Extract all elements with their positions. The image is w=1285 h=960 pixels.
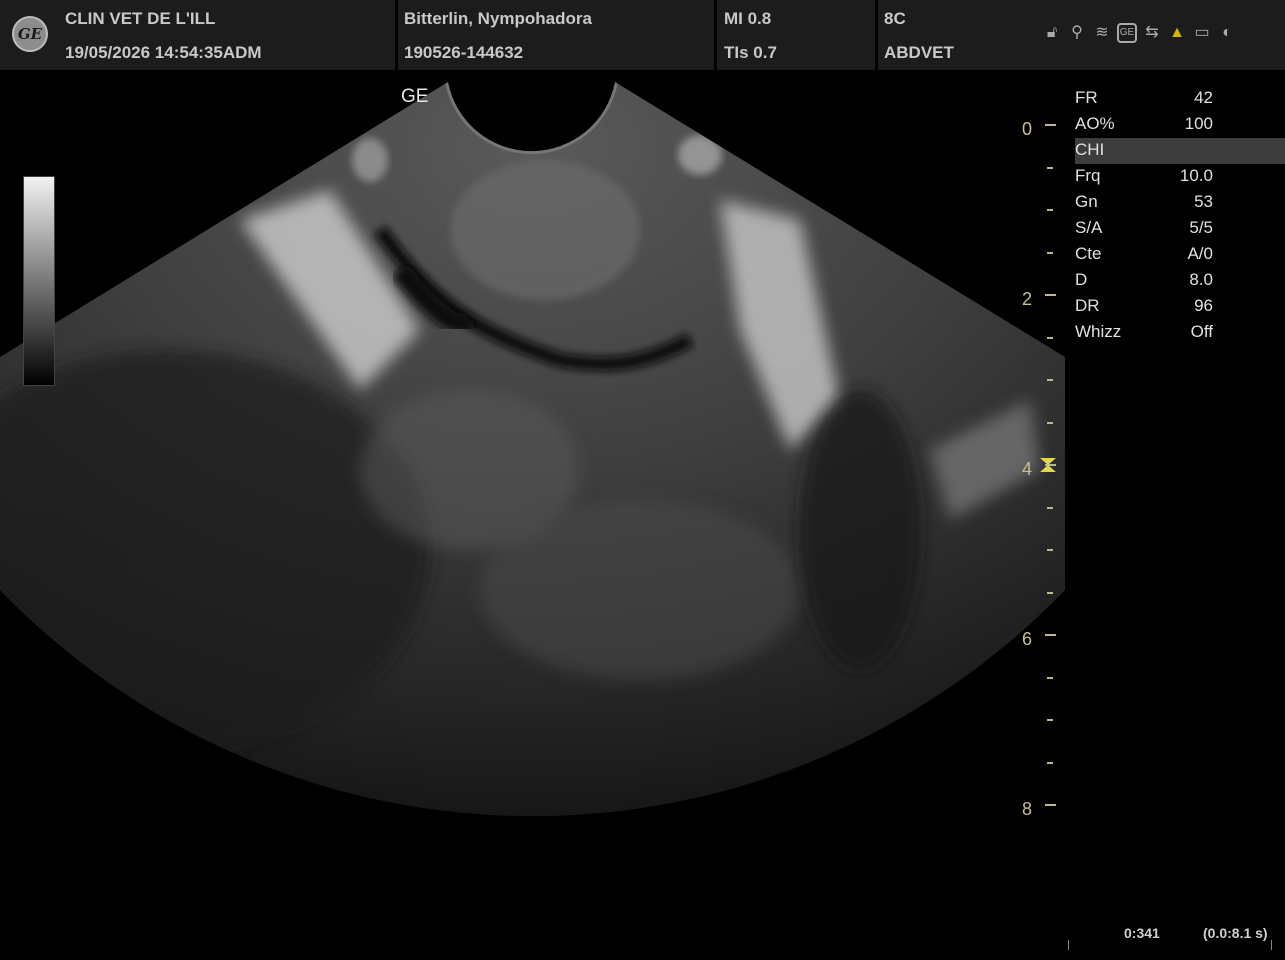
- depth-label-4: 4: [1021, 459, 1032, 479]
- param-ao: AO% 100: [1075, 114, 1213, 133]
- depth-minor-tick: [1047, 209, 1053, 211]
- depth-minor-tick: [1047, 379, 1053, 381]
- system-status-icons: 🔓︎ ⚲ ≋ GE ⇆ ▲ ▭ ◐: [1042, 22, 1237, 44]
- preset-name: ABDVET: [884, 43, 954, 62]
- orientation-marker: GE: [401, 86, 429, 107]
- depth-major-tick: [1045, 634, 1056, 636]
- depth-minor-tick: [1047, 719, 1053, 721]
- depth-label-6: 6: [1021, 629, 1032, 649]
- wifi-icon[interactable]: ≋: [1092, 22, 1112, 44]
- param-whizz: Whizz Off: [1075, 322, 1213, 341]
- patient-name: Bitterlin, Nympohadora: [404, 9, 592, 28]
- exam-datetime: 19/05/2026 14:54:35ADM: [65, 43, 262, 62]
- usb-disconnected-icon[interactable]: ⚲: [1067, 22, 1087, 44]
- depth-minor-tick: [1047, 251, 1053, 254]
- patient-id: 190526-144632: [404, 43, 524, 62]
- ultrasound-image-area[interactable]: GE: [0, 70, 1065, 830]
- depth-minor-tick: [1047, 421, 1053, 424]
- usb-icon[interactable]: ⇆: [1142, 22, 1162, 44]
- lock-icon[interactable]: 🔓︎: [1042, 22, 1062, 44]
- param-dr: DR 96: [1075, 296, 1213, 315]
- depth-minor-tick: [1047, 549, 1053, 551]
- focal-zone-marker[interactable]: [1039, 457, 1057, 473]
- battery-icon[interactable]: ▭: [1192, 22, 1212, 44]
- warning-icon[interactable]: ▲: [1167, 22, 1187, 44]
- depth-minor-tick: [1047, 591, 1053, 594]
- depth-major-tick: [1045, 294, 1056, 296]
- depth-minor-tick: [1047, 166, 1053, 169]
- param-depth: D 8.0: [1075, 270, 1213, 289]
- clinic-name: CLIN VET DE L'ILL: [65, 9, 216, 28]
- param-fr: FR 42: [1075, 88, 1213, 107]
- depth-minor-tick: [1047, 506, 1053, 509]
- depth-label-2: 2: [1021, 289, 1032, 309]
- depth-minor-tick: [1047, 676, 1053, 679]
- top-status-bar: GE CLIN VET DE L'ILL 19/05/2026 14:54:35…: [0, 0, 1285, 70]
- ge-network-icon[interactable]: GE: [1117, 23, 1137, 43]
- output-cell: MI 0.8 TIs 0.7: [717, 0, 878, 70]
- param-sa: S/A 5/5: [1075, 218, 1213, 237]
- depth-label-8: 8: [1021, 799, 1032, 819]
- cine-bar-start: [1068, 940, 1069, 950]
- cine-frame: 0:341: [1124, 925, 1160, 941]
- cine-bar-end: [1271, 940, 1272, 950]
- depth-minor-tick: [1047, 761, 1053, 764]
- mechanical-index: MI 0.8: [724, 9, 772, 28]
- depth-label-0: 0: [1021, 119, 1032, 139]
- depth-minor-tick: [1047, 336, 1053, 339]
- clinic-cell: GE CLIN VET DE L'ILL 19/05/2026 14:54:35…: [0, 0, 398, 70]
- probe-name: 8C: [884, 9, 906, 28]
- patient-cell[interactable]: Bitterlin, Nympohadora 190526-144632: [398, 0, 717, 70]
- contrast-icon[interactable]: ◐: [1217, 22, 1237, 44]
- grayscale-bar: [23, 176, 55, 386]
- thermal-index: TIs 0.7: [724, 43, 777, 62]
- param-cte: Cte A/0: [1075, 244, 1213, 263]
- param-frq: Frq 10.0: [1075, 166, 1213, 185]
- depth-major-tick: [1045, 124, 1056, 126]
- cine-range: (0.0:8.1 s): [1203, 925, 1268, 941]
- ge-logo: GE: [12, 16, 48, 52]
- param-chi: CHI: [1075, 138, 1285, 164]
- depth-major-tick: [1045, 804, 1056, 806]
- param-gn: Gn 53: [1075, 192, 1213, 211]
- probe-cell[interactable]: 8C ABDVET: [878, 0, 1038, 70]
- imaging-parameters-panel: FR 42 AO% 100 CHI Frq 10.0 Gn 53 S/A 5/5 Cte A…: [1075, 86, 1285, 346]
- ultrasound-sector-image: [0, 82, 1065, 817]
